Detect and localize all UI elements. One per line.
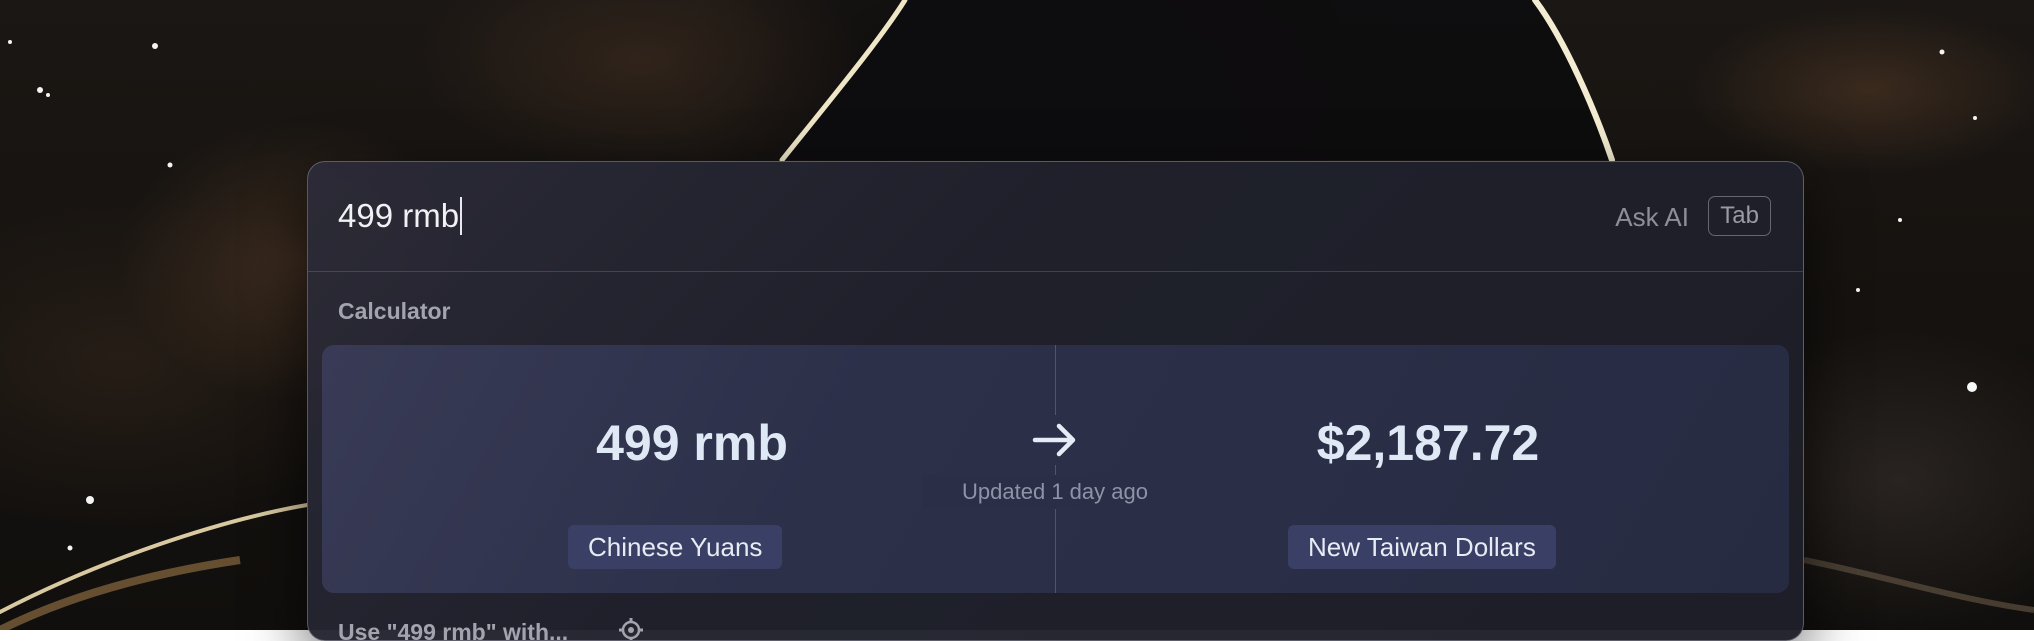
input-currency-badge: Chinese Yuans — [568, 525, 783, 569]
text-caret — [460, 197, 463, 235]
conversion-result-value: $2,187.72 — [1316, 415, 1540, 471]
section-title-calculator: Calculator — [338, 298, 451, 324]
calculator-result-card[interactable]: 499 rmb $2,187.72 Updated 1 day ago Chin… — [322, 345, 1789, 593]
search-input[interactable]: 499 rmb — [338, 192, 463, 240]
arrow-right-icon — [1015, 415, 1095, 465]
search-bar: 499 rmb Ask AI Tab — [308, 162, 1803, 272]
conversion-input-value: 499 rmb — [596, 415, 788, 471]
gear-icon[interactable] — [618, 617, 644, 640]
launcher-window: 499 rmb Ask AI Tab Calculator 499 rmb $2… — [307, 161, 1804, 641]
updated-timestamp: Updated 1 day ago — [922, 475, 1188, 509]
result-currency-badge: New Taiwan Dollars — [1288, 525, 1556, 569]
use-with-label: Use "499 rmb" with... — [338, 619, 569, 641]
ask-ai-button[interactable]: Ask AI — [1615, 200, 1689, 234]
card-divider — [1055, 345, 1056, 593]
search-query-text: 499 rmb — [338, 197, 460, 234]
tab-key-hint[interactable]: Tab — [1708, 196, 1771, 236]
